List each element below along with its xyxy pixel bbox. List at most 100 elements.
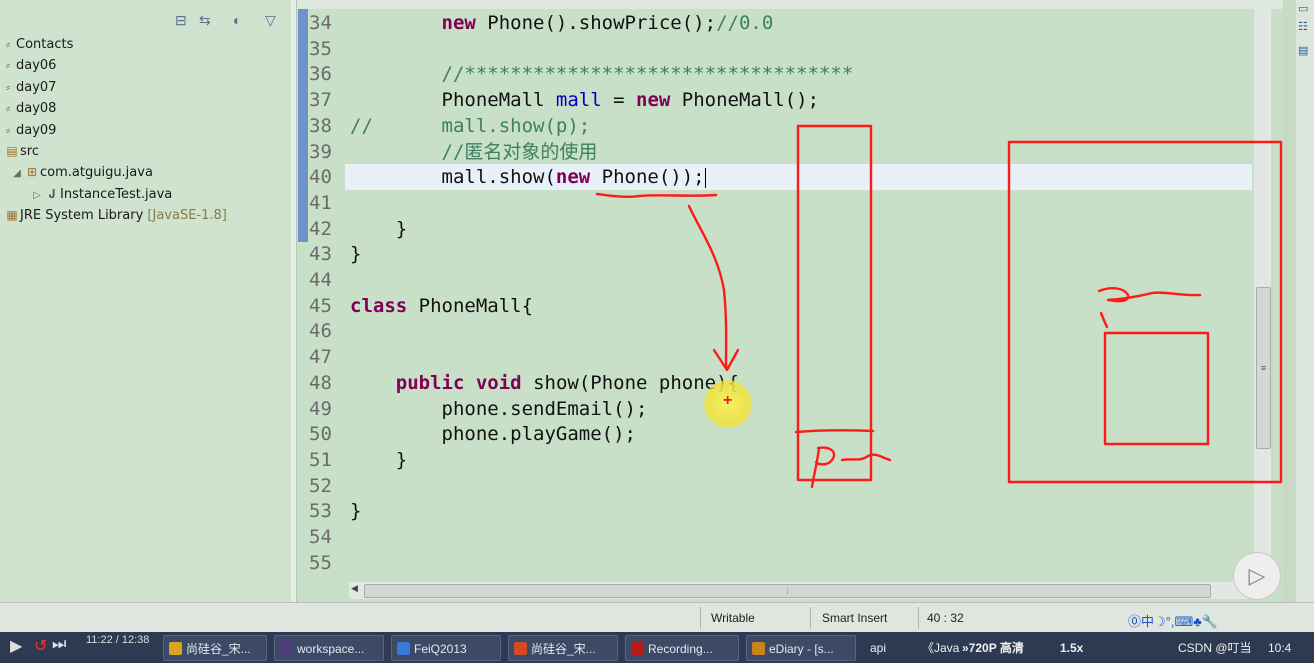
code-line-42: } (350, 217, 408, 240)
line-number: 51 (309, 448, 332, 471)
scroll-left-icon[interactable]: ◀ (351, 583, 358, 594)
tree-item-jre[interactable]: ▦ JRE System Library [JavaSE-1.8] (4, 205, 227, 226)
taskbar-item[interactable]: Recording... (625, 635, 739, 661)
status-bar: Writable Smart Insert 40 : 32 ⓪中☽°,⌨♣🔧 (0, 602, 1314, 633)
line-number: 41 (309, 191, 332, 214)
csdn-watermark: CSDN @叮当 (1178, 641, 1252, 655)
line-number: 53 (309, 500, 332, 523)
code-line-38: // mall.show(p); (350, 114, 591, 137)
code-line-49: phone.sendEmail(); (350, 397, 648, 420)
feiq-icon (397, 642, 410, 655)
play-icon[interactable]: ▶ (10, 636, 22, 656)
code-line-39: //匿名对象的使用 (350, 140, 598, 163)
powerpoint-icon (514, 642, 527, 655)
next-icon[interactable]: ⏭ (52, 636, 66, 654)
eclipse-icon (280, 642, 293, 655)
line-number: 50 (309, 423, 332, 446)
java-editor[interactable]: 34 35 36 37 38 39 40 41 42 43 44 45 46 4… (296, 0, 1283, 602)
line-number: 42 (309, 217, 332, 240)
tree-item-day07[interactable]: ⸗ day07 (0, 77, 56, 98)
right-toolbar: ▭ ☷ ▤ (1296, 0, 1314, 602)
horizontal-scrollbar[interactable]: ◀ ⦙ (349, 582, 1254, 599)
taskbar-item[interactable]: 尚硅谷_宋... (508, 635, 618, 661)
code-line-36: //********************************** (350, 63, 854, 86)
status-cursor-position: 40 : 32 (927, 611, 964, 625)
code-area[interactable]: new Phone().showPrice();//0.0 //********… (350, 9, 1255, 585)
line-number: 34 (309, 12, 332, 34)
code-line-48: public void show(Phone phone){ (395, 371, 739, 394)
tree-item-day06[interactable]: ⸗ day06 (0, 55, 56, 76)
filters-icon[interactable]: ◐ (233, 12, 241, 28)
project-icon: ⸗ (6, 58, 10, 72)
line-number: 54 (309, 526, 332, 548)
replay-icon[interactable]: ↺ (34, 636, 47, 656)
expanded-triangle-icon[interactable]: ◢ (10, 163, 24, 184)
code-line-34: new Phone().showPrice();//0.0 (441, 12, 774, 34)
tree-item-contacts[interactable]: ⸗ Contacts (0, 34, 73, 55)
line-number: 49 (309, 397, 332, 420)
taskbar-item[interactable]: 尚硅谷_宋... (163, 635, 267, 661)
status-insert-mode: Smart Insert (822, 611, 888, 625)
line-number: 43 (309, 243, 332, 266)
project-icon: ⸗ (6, 101, 10, 115)
code-line-40: mall.show(new Phone()); (350, 166, 706, 189)
line-number: 55 (309, 551, 332, 574)
code-line-53: } (350, 500, 362, 523)
taskbar-item[interactable]: workspace... (274, 635, 384, 661)
tree-item-day09[interactable]: ⸗ day09 (0, 120, 56, 141)
code-line-37: PhoneMall mall = new PhoneMall(); (350, 89, 820, 112)
package-explorer: ⊟ ⇆ ◐ ▽ ⸗ Contacts ⸗ day06 ⸗ day07 ⸗ day08 ⸗… (0, 0, 292, 602)
line-number: 37 (309, 89, 332, 112)
vertical-scrollbar[interactable]: ≡ (1254, 9, 1271, 585)
tree-item-instancetest[interactable]: ▷ 𝐉 InstanceTest.java (30, 184, 172, 205)
line-number: 47 (309, 346, 332, 369)
crosshair-icon: + (723, 392, 733, 409)
source-folder-icon: ▤ (6, 144, 18, 158)
java-file-icon: 𝐉 (48, 187, 56, 201)
taskbar-item-java[interactable]: 《Java (922, 635, 959, 661)
playback-speed[interactable]: 1.5x (1060, 635, 1083, 661)
taskbar-item-api[interactable]: api (870, 635, 886, 661)
line-number: 44 (309, 269, 332, 291)
editor-tab-strip[interactable] (297, 0, 1283, 9)
vertical-scroll-thumb[interactable]: ≡ (1256, 287, 1271, 449)
line-number: 40 (309, 166, 332, 189)
view-menu-icon[interactable]: ▽ (265, 12, 276, 29)
code-line-50: phone.playGame(); (350, 423, 636, 446)
taskbar: ▶ ↺ ⏭ 11:22 / 12:38 尚硅谷_宋... workspace..… (0, 632, 1314, 663)
folder-icon (169, 642, 182, 655)
taskbar-item[interactable]: eDiary - [s... (746, 635, 856, 661)
video-quality[interactable]: »720P 高清 (962, 635, 1024, 661)
tree-item-package[interactable]: ◢ ⊞ com.atguigu.java (10, 162, 153, 183)
outline-icon[interactable]: ▭ (1298, 2, 1311, 15)
overview-ruler (298, 9, 308, 242)
video-time: 11:22 / 12:38 (86, 634, 150, 646)
line-number: 36 (309, 63, 332, 86)
line-number-gutter: 34 35 36 37 38 39 40 41 42 43 44 45 46 4… (309, 9, 349, 585)
status-separator (918, 607, 919, 629)
code-line-51: } (350, 448, 408, 471)
console-icon[interactable]: ▤ (1298, 44, 1311, 57)
status-separator (700, 607, 701, 629)
explorer-toolbar: ⊟ ⇆ ◐ ▽ (0, 0, 291, 34)
text-caret (704, 167, 706, 188)
video-play-icon[interactable]: ▷ (1233, 552, 1281, 600)
task-list-icon[interactable]: ☷ (1298, 20, 1311, 33)
tree-item-day08[interactable]: ⸗ day08 (0, 98, 56, 119)
line-number: 52 (309, 474, 332, 497)
link-editor-icon[interactable]: ⇆ (199, 12, 211, 29)
project-icon: ⸗ (6, 37, 10, 51)
line-number: 48 (309, 371, 332, 394)
recording-icon (631, 642, 644, 655)
status-writable: Writable (711, 611, 755, 625)
taskbar-item[interactable]: FeiQ2013 (391, 635, 501, 661)
line-number: 45 (309, 294, 332, 317)
code-line-45: class PhoneMall{ (350, 294, 534, 317)
collapsed-triangle-icon[interactable]: ▷ (30, 185, 44, 206)
ime-toolbar-icons[interactable]: ⓪中☽°,⌨♣🔧 (1128, 611, 1218, 630)
project-icon: ⸗ (6, 80, 10, 94)
collapse-all-icon[interactable]: ⊟ (175, 12, 187, 29)
tree-item-src[interactable]: ▤ src (4, 141, 39, 162)
horizontal-scroll-thumb[interactable]: ⦙ (364, 584, 1211, 598)
project-icon: ⸗ (6, 123, 10, 137)
